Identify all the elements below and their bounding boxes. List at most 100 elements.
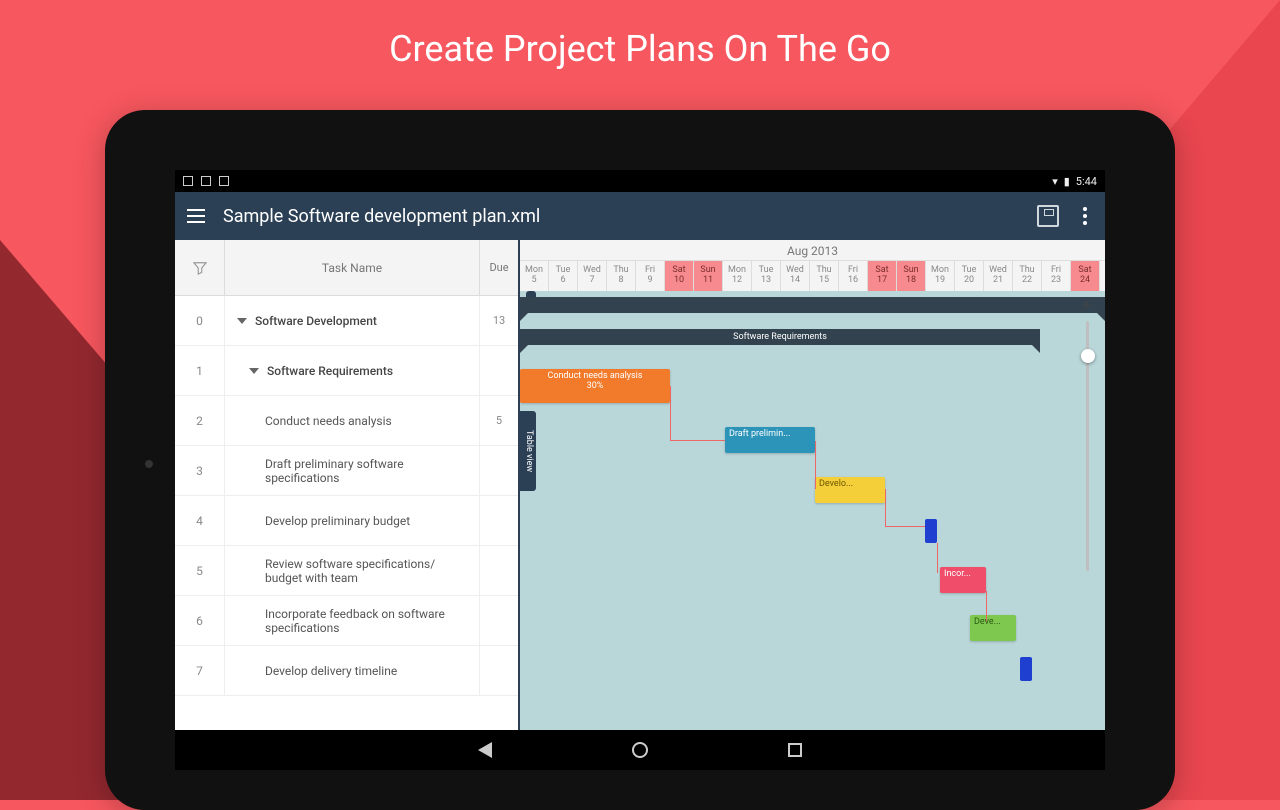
expand-icon[interactable]	[237, 318, 247, 324]
task-row-name: Software Requirements	[225, 346, 480, 395]
timeline-day[interactable]: Mon12	[723, 261, 752, 291]
filter-button[interactable]	[175, 240, 225, 295]
task-bar-budget[interactable]: Develo...	[815, 477, 885, 503]
zoom-slider[interactable]: +	[1081, 311, 1095, 571]
save-button[interactable]	[1037, 205, 1059, 227]
timeline-day[interactable]: Thu22	[1013, 261, 1042, 291]
task-row[interactable]: 6Incorporate feedback on software specif…	[175, 596, 518, 646]
task-row-duration	[480, 646, 518, 695]
timeline-day[interactable]: Tue20	[955, 261, 984, 291]
task-row-duration	[480, 546, 518, 595]
timeline-day[interactable]: Fri9	[636, 261, 665, 291]
task-row-index: 5	[175, 546, 225, 595]
android-navbar	[175, 730, 1105, 770]
timeline-day[interactable]: Mon5	[520, 261, 549, 291]
task-row-name: Conduct needs analysis	[225, 396, 480, 445]
task-row-name: Incorporate feedback on software specifi…	[225, 596, 480, 645]
status-icon	[183, 176, 193, 186]
timeline-month: Aug 2013	[520, 240, 1105, 261]
task-row-duration	[480, 496, 518, 545]
task-row-index: 3	[175, 446, 225, 495]
task-row-duration	[480, 446, 518, 495]
task-row[interactable]: 0Software Development13	[175, 296, 518, 346]
timeline-day[interactable]: Sun11	[694, 261, 723, 291]
timeline-days: Mon5Tue6Wed7Thu8Fri9Sat10Sun11Mon12Tue13…	[520, 261, 1105, 291]
task-row-index: 4	[175, 496, 225, 545]
summary-bar-req[interactable]: Software Requirements	[520, 329, 1040, 345]
timeline-day[interactable]: Sun18	[897, 261, 926, 291]
task-row-name: Draft preliminary software specification…	[225, 446, 480, 495]
timeline-day[interactable]: Wed21	[984, 261, 1013, 291]
task-row-index: 6	[175, 596, 225, 645]
gantt-pane[interactable]: Aug 2013 Mon5Tue6Wed7Thu8Fri9Sat10Sun11M…	[520, 240, 1105, 730]
promo-title: Create Project Plans On The Go	[0, 28, 1280, 70]
task-row-index: 7	[175, 646, 225, 695]
menu-icon[interactable]	[187, 209, 205, 223]
device-screen: ▾ ▮ 5:44 Sample Software development pla…	[175, 170, 1105, 770]
timeline-day[interactable]: Sat10	[665, 261, 694, 291]
timeline-day[interactable]: Tue6	[549, 261, 578, 291]
task-row-index: 1	[175, 346, 225, 395]
task-row-duration	[480, 596, 518, 645]
task-row-index: 0	[175, 296, 225, 345]
task-row-index: 2	[175, 396, 225, 445]
status-icon	[219, 176, 229, 186]
dependency-link	[670, 386, 725, 441]
task-bar-needs[interactable]: Conduct needs analysis 30%	[520, 369, 670, 403]
timeline-day[interactable]: Fri16	[839, 261, 868, 291]
task-row[interactable]: 7Develop delivery timeline	[175, 646, 518, 696]
document-title: Sample Software development plan.xml	[223, 206, 540, 227]
main-content: Task Name Due 0Software Development131So…	[175, 240, 1105, 730]
task-row-name: Review software specifications/ budget w…	[225, 546, 480, 595]
task-row[interactable]: 2Conduct needs analysis5	[175, 396, 518, 446]
wifi-icon: ▾	[1052, 175, 1058, 188]
zoom-thumb[interactable]	[1081, 349, 1095, 363]
task-row-name: Software Development	[225, 296, 480, 345]
timeline-day[interactable]: Thu8	[607, 261, 636, 291]
summary-bar-dev[interactable]	[520, 297, 1105, 313]
column-header-duration[interactable]: Due	[480, 240, 518, 295]
task-bar-incorp[interactable]: Incor...	[940, 567, 986, 593]
timeline-day[interactable]: Sat17	[868, 261, 897, 291]
task-row-duration	[480, 346, 518, 395]
overflow-menu-button[interactable]	[1077, 207, 1093, 225]
task-bar-draft[interactable]: Draft prelimin...	[725, 427, 815, 453]
nav-recent-button[interactable]	[788, 743, 802, 757]
task-list-header: Task Name Due	[175, 240, 518, 296]
expand-icon[interactable]	[249, 368, 259, 374]
zoom-plus-icon[interactable]: +	[1083, 297, 1091, 313]
nav-home-button[interactable]	[632, 742, 648, 758]
clock-text: 5:44	[1076, 175, 1097, 188]
battery-icon: ▮	[1064, 175, 1070, 188]
task-row-name: Develop preliminary budget	[225, 496, 480, 545]
task-row[interactable]: 4Develop preliminary budget	[175, 496, 518, 546]
task-milestone-review[interactable]	[925, 519, 937, 543]
timeline-day[interactable]: Fri23	[1042, 261, 1071, 291]
table-view-tab[interactable]: Table view	[520, 411, 536, 491]
task-row[interactable]: 5Review software specifications/ budget …	[175, 546, 518, 596]
column-header-name[interactable]: Task Name	[225, 240, 480, 295]
tablet-frame: ▾ ▮ 5:44 Sample Software development pla…	[105, 110, 1175, 810]
android-statusbar: ▾ ▮ 5:44	[175, 170, 1105, 192]
timeline-header: Aug 2013 Mon5Tue6Wed7Thu8Fri9Sat10Sun11M…	[520, 240, 1105, 291]
timeline-day[interactable]: Thu15	[810, 261, 839, 291]
task-row-duration: 5	[480, 396, 518, 445]
task-bar-devl[interactable]: Deve...	[970, 615, 1016, 641]
dependency-link	[885, 489, 925, 527]
task-row[interactable]: 1Software Requirements	[175, 346, 518, 396]
timeline-day[interactable]: Mon19	[926, 261, 955, 291]
task-list-pane: Task Name Due 0Software Development131So…	[175, 240, 520, 730]
nav-back-button[interactable]	[478, 742, 492, 758]
task-rows[interactable]: 0Software Development131Software Require…	[175, 296, 518, 730]
status-icon	[201, 176, 211, 186]
task-row[interactable]: 3Draft preliminary software specificatio…	[175, 446, 518, 496]
timeline-day[interactable]: Wed7	[578, 261, 607, 291]
task-row-name: Develop delivery timeline	[225, 646, 480, 695]
gantt-body[interactable]: Software Requirements Conduct needs anal…	[520, 291, 1105, 711]
timeline-day[interactable]: Wed14	[781, 261, 810, 291]
app-toolbar: Sample Software development plan.xml	[175, 192, 1105, 240]
task-milestone-end[interactable]	[1020, 657, 1032, 681]
task-row-duration: 13	[480, 296, 518, 345]
timeline-day[interactable]: Tue13	[752, 261, 781, 291]
timeline-day[interactable]: Sat24	[1071, 261, 1100, 291]
